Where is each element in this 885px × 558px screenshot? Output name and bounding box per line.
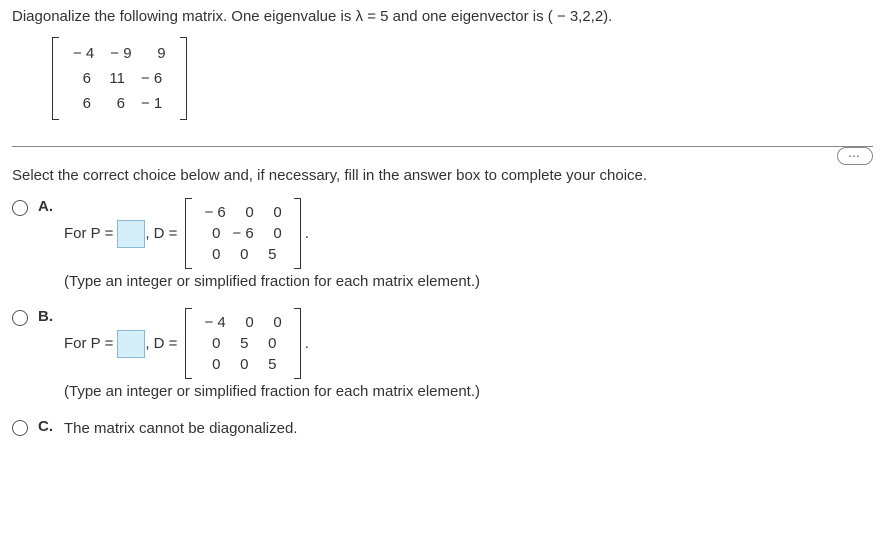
matrix-cell: 6 xyxy=(99,91,133,116)
matrix-cell: − 6 xyxy=(198,202,231,223)
matrix-cell: − 9 xyxy=(102,41,139,66)
matrix-cell: − 6 xyxy=(226,223,259,244)
bracket-right xyxy=(294,198,301,269)
choice-a-mid: , D = xyxy=(145,225,177,242)
instruction-text: Select the correct choice below and, if … xyxy=(12,167,873,184)
more-button[interactable]: ⋯ xyxy=(837,147,873,165)
matrix-cell: 5 xyxy=(226,333,254,354)
matrix-body: − 4 − 9 9 6 11 − 6 6 6 − 1 xyxy=(59,37,180,120)
bracket-left xyxy=(185,198,192,269)
choice-a-label: A. xyxy=(38,198,64,215)
choice-a-prefix: For P = xyxy=(64,225,113,242)
choice-c-label: C. xyxy=(38,418,64,435)
matrix-cell: 9 xyxy=(140,41,174,66)
matrix-cell: 0 xyxy=(198,244,226,265)
choice-b-mid: , D = xyxy=(145,335,177,352)
radio-b[interactable] xyxy=(12,310,28,326)
matrix-cell: 0 xyxy=(198,354,226,375)
matrix-cell: 0 xyxy=(226,354,254,375)
bracket-left xyxy=(52,37,59,120)
choice-b-hint: (Type an integer or simplified fraction … xyxy=(64,383,873,400)
matrix-cell: − 4 xyxy=(65,41,102,66)
matrix-cell: 0 xyxy=(260,202,288,223)
choice-a-hint: (Type an integer or simplified fraction … xyxy=(64,273,873,290)
divider xyxy=(12,146,873,147)
matrix-cell: 5 xyxy=(254,244,282,265)
choice-c-text: The matrix cannot be diagonalized. xyxy=(64,418,873,445)
matrix-cell: 0 xyxy=(198,223,226,244)
matrix-cell: − 1 xyxy=(133,91,170,116)
radio-a[interactable] xyxy=(12,200,28,216)
bracket-right xyxy=(294,308,301,379)
matrix-cell: 0 xyxy=(232,312,260,333)
matrix-cell: 0 xyxy=(254,333,282,354)
matrix-cell: 0 xyxy=(260,312,288,333)
choice-b-prefix: For P = xyxy=(64,335,113,352)
choice-b-period: . xyxy=(305,335,309,352)
matrix-cell: 5 xyxy=(254,354,282,375)
question-text: Diagonalize the following matrix. One ei… xyxy=(12,8,873,25)
matrix-cell: 0 xyxy=(232,202,260,223)
choice-b-label: B. xyxy=(38,308,64,325)
matrix-cell: − 6 xyxy=(133,66,170,91)
choice-a-period: . xyxy=(305,225,309,242)
choice-a-d-matrix: − 6 0 0 0 − 6 0 0 0 5 xyxy=(185,198,300,269)
choice-b-d-matrix: − 4 0 0 0 5 0 0 0 5 xyxy=(185,308,300,379)
matrix-cell: 0 xyxy=(198,333,226,354)
matrix-cell: 0 xyxy=(260,223,288,244)
matrix-a: − 4 − 9 9 6 11 − 6 6 6 − 1 xyxy=(52,37,187,120)
choice-a: A. For P = , D = − 6 0 0 0 − 6 0 xyxy=(12,198,873,306)
matrix-cell: 6 xyxy=(65,91,99,116)
matrix-cell: − 4 xyxy=(198,312,231,333)
choice-a-p-input[interactable] xyxy=(117,220,145,248)
radio-c[interactable] xyxy=(12,420,28,436)
choice-b: B. For P = , D = − 4 0 0 0 5 0 xyxy=(12,308,873,416)
matrix-cell: 6 xyxy=(65,66,99,91)
bracket-right xyxy=(180,37,187,120)
choice-c: C. The matrix cannot be diagonalized. xyxy=(12,418,873,445)
matrix-cell: 0 xyxy=(226,244,254,265)
matrix-cell: 11 xyxy=(99,66,133,91)
bracket-left xyxy=(185,308,192,379)
choice-b-p-input[interactable] xyxy=(117,330,145,358)
